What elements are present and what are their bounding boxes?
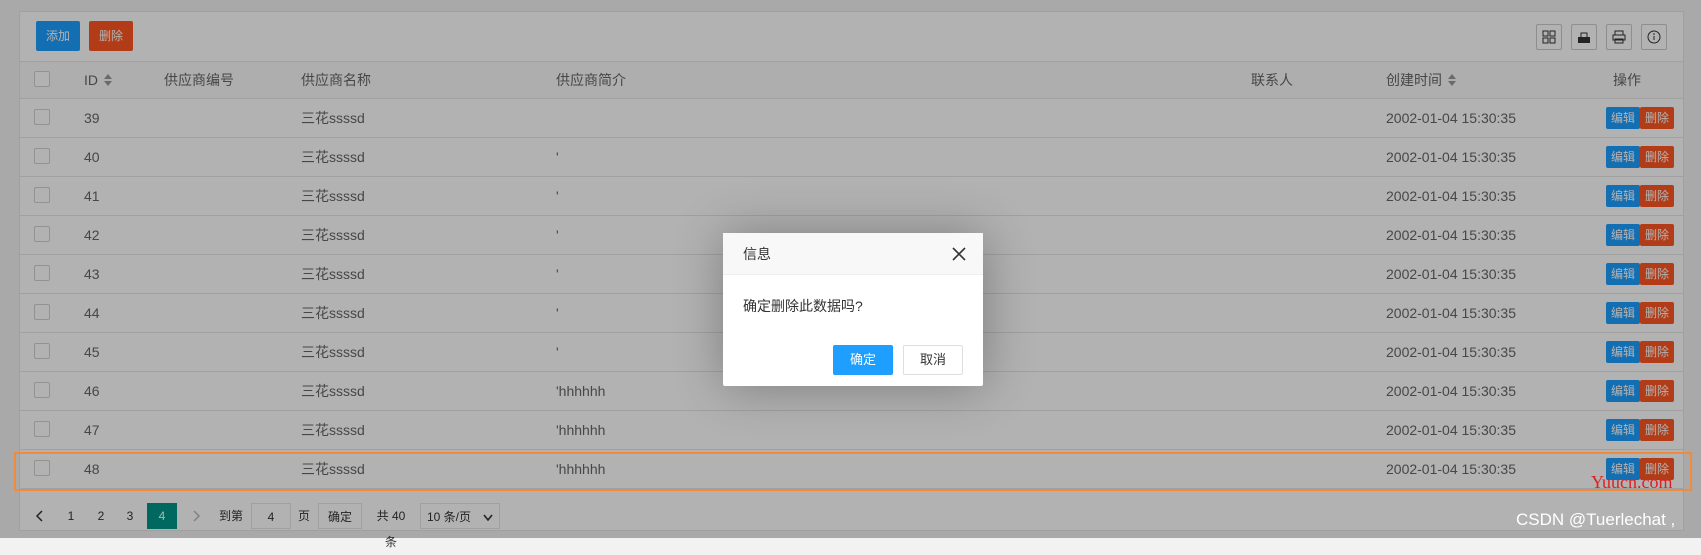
site-watermark: Yuucn.com [1591, 472, 1673, 492]
confirm-button[interactable]: 确定 [833, 345, 893, 375]
dialog-message: 确定删除此数据吗? [743, 298, 863, 314]
row-highlight-frame [14, 452, 1692, 491]
close-icon[interactable] [951, 246, 967, 262]
dialog-title: 信息 [723, 233, 983, 275]
cancel-button[interactable]: 取消 [903, 345, 963, 375]
confirm-dialog: 信息 确定删除此数据吗? 确定 取消 [723, 233, 983, 386]
author-watermark: CSDN @Tuerlechat , [1516, 510, 1676, 529]
